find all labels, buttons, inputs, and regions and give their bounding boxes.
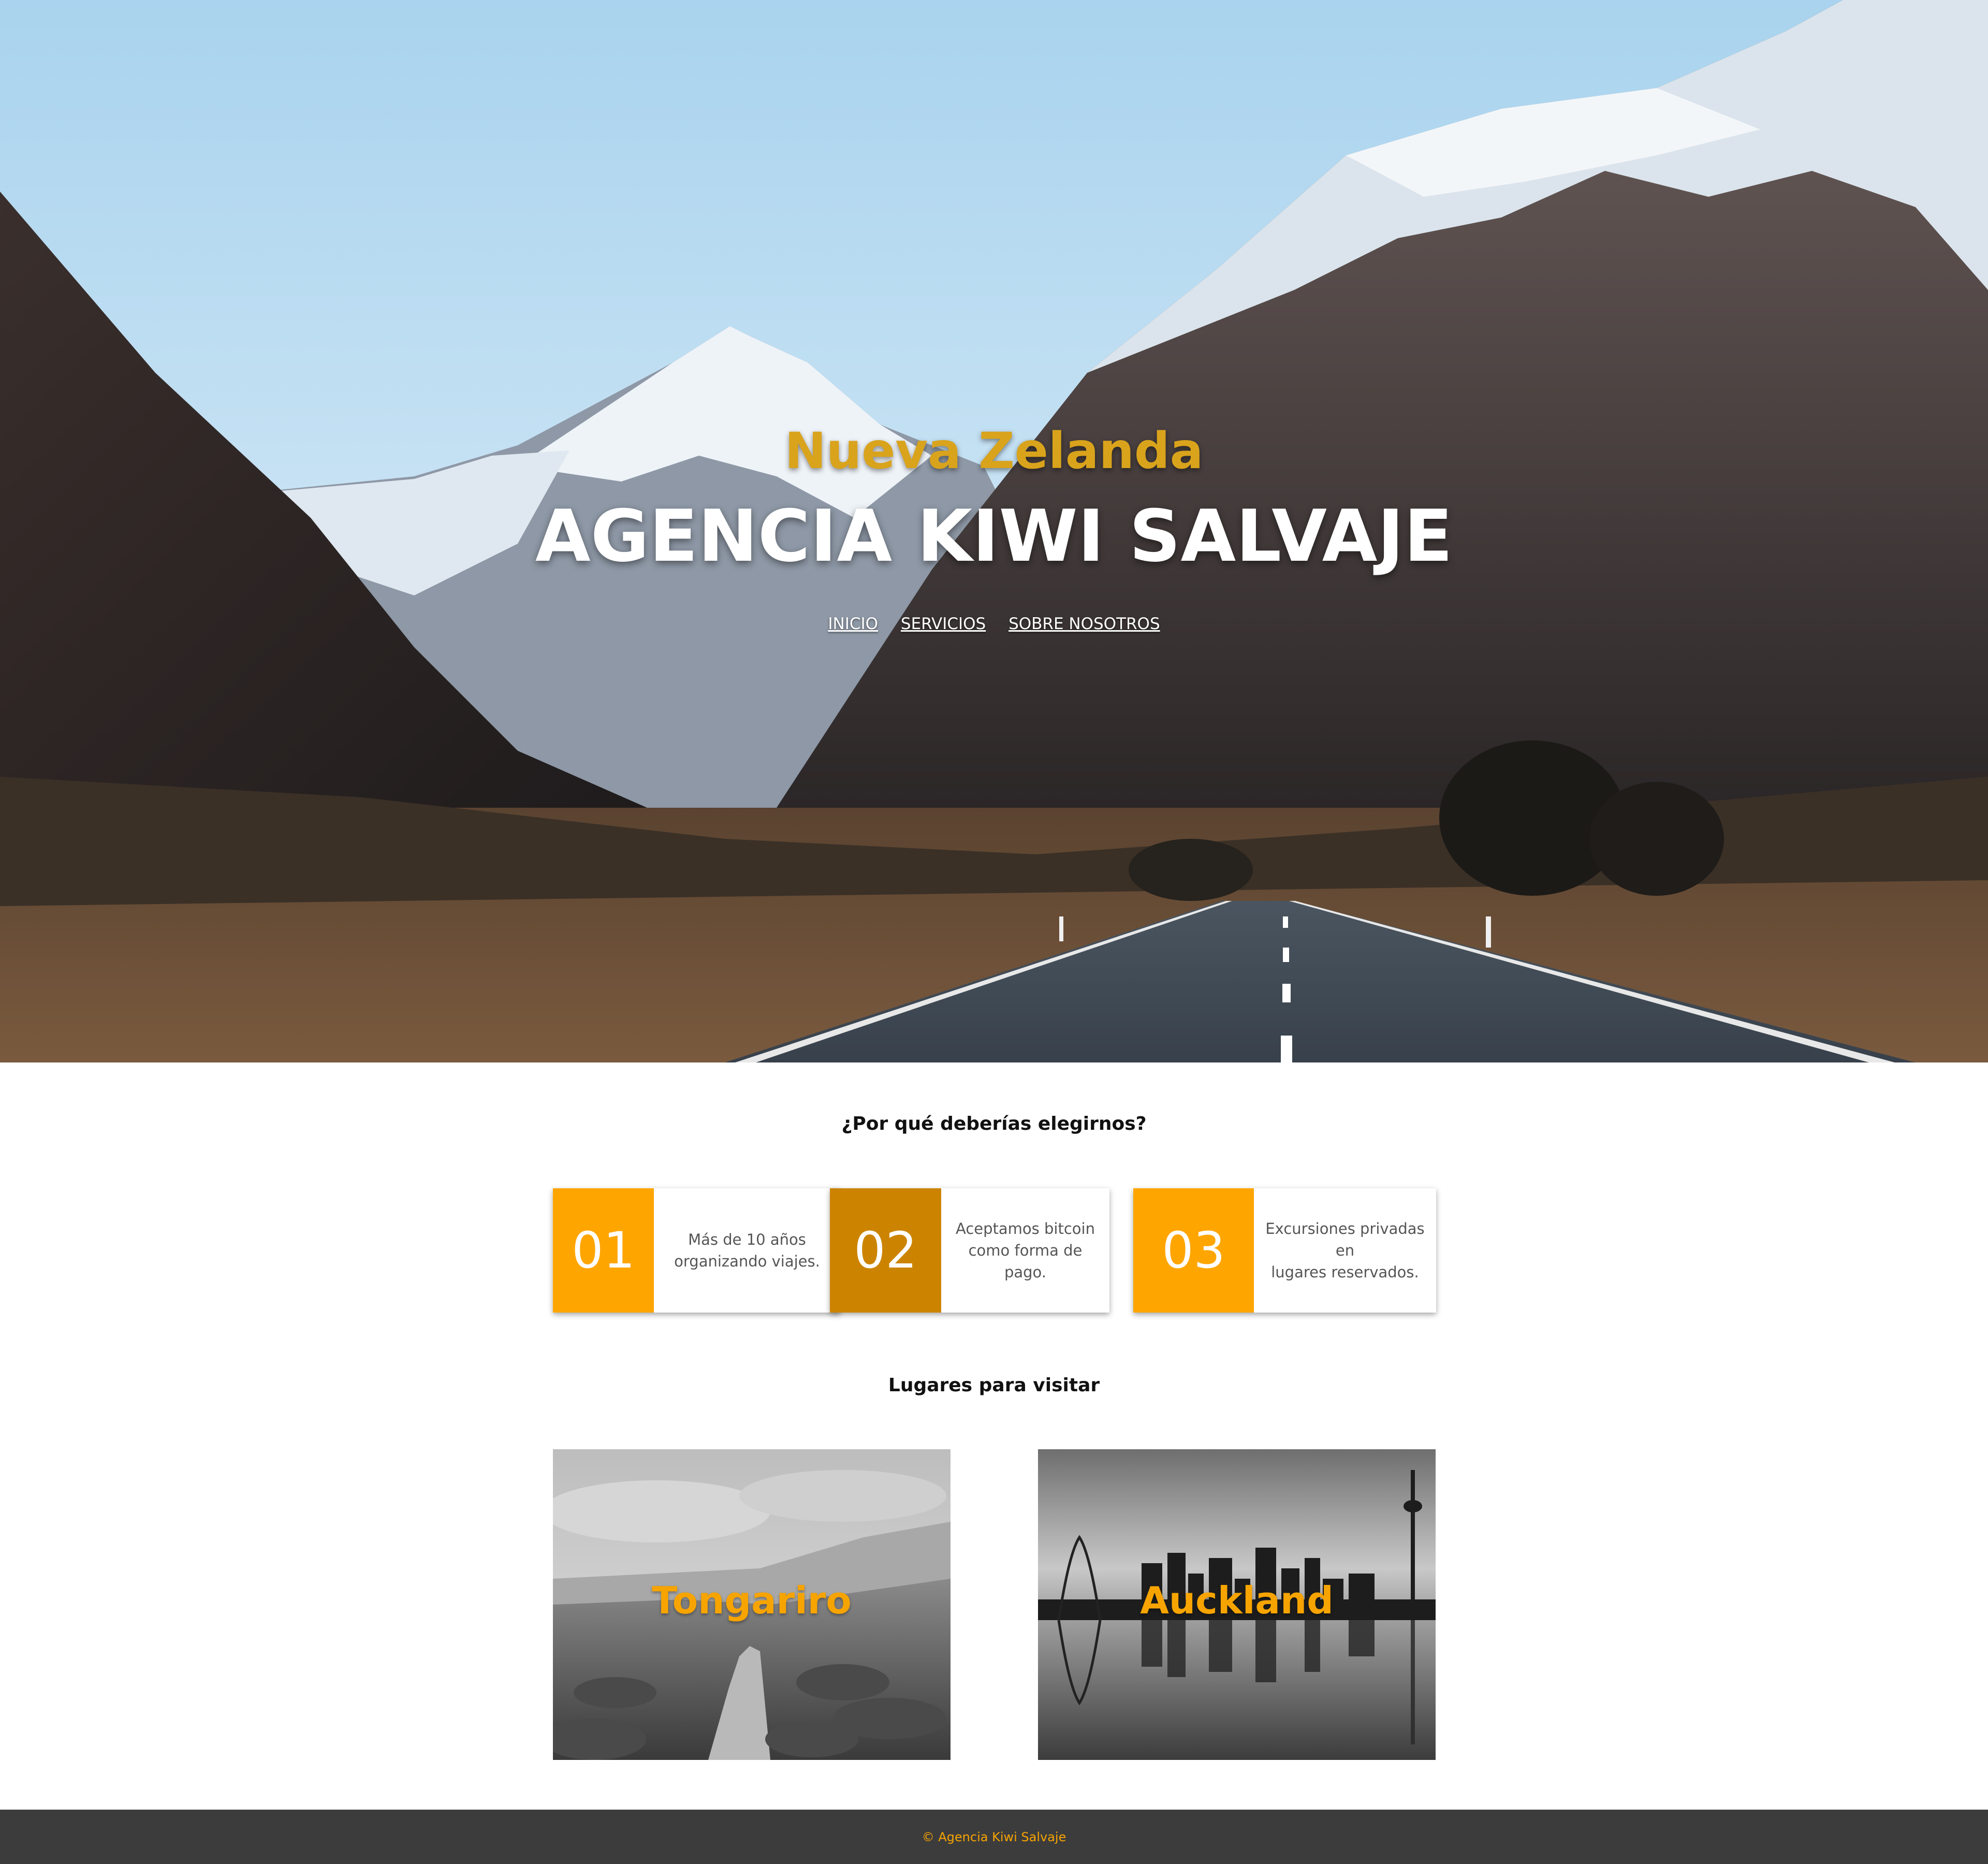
feature-text-2: Aceptamos bitcoin como forma de pago. [941,1188,1109,1313]
feature-card-3: 03 Excursiones privadas en lugares reser… [1133,1188,1436,1313]
feature-text-2-line2: como forma de pago. [968,1242,1083,1281]
feature-text-3-line2: lugares reservados. [1271,1263,1419,1281]
feature-number-3: 03 [1133,1188,1254,1313]
feature-card-1: 01 Más de 10 años organizando viajes. [553,1188,840,1313]
feature-text-1-line2: organizando viajes. [674,1253,820,1270]
place-label-tongariro: Tongariro [652,1579,852,1622]
hero-subtitle: Nueva Zelanda [784,422,1204,480]
feature-text-3: Excursiones privadas en lugares reservad… [1254,1188,1436,1313]
feature-card-2: 02 Aceptamos bitcoin como forma de pago. [830,1188,1109,1313]
place-label-auckland: Auckland [1140,1579,1334,1622]
main-nav: INICIO SERVICIOS SOBRE NOSOTROS [0,615,1988,633]
place-card-tongariro[interactable]: Tongariro [553,1449,951,1760]
footer-copyright: © Agencia Kiwi Salvaje [922,1829,1066,1844]
feature-text-3-line1: Excursiones privadas en [1265,1220,1425,1259]
feature-text-2-line1: Aceptamos bitcoin [956,1220,1095,1237]
why-heading: ¿Por qué deberías elegirnos? [841,1113,1147,1134]
hero-title: AGENCIA KIWI SALVAJE [535,494,1453,578]
feature-text-1-line1: Más de 10 años [688,1231,806,1248]
feature-text-1: Más de 10 años organizando viajes. [654,1188,840,1313]
nav-link-sobre-nosotros[interactable]: SOBRE NOSOTROS [1008,615,1160,633]
nav-link-inicio[interactable]: INICIO [828,615,878,633]
places-heading: Lugares para visitar [888,1375,1100,1396]
hero: Nueva Zelanda AGENCIA KIWI SALVAJE INICI… [0,0,1988,1062]
place-card-auckland[interactable]: Auckland [1038,1449,1436,1760]
feature-number-1: 01 [553,1188,654,1313]
feature-number-2: 02 [830,1188,941,1313]
footer: © Agencia Kiwi Salvaje [0,1810,1988,1864]
nav-link-servicios[interactable]: SERVICIOS [901,615,986,633]
